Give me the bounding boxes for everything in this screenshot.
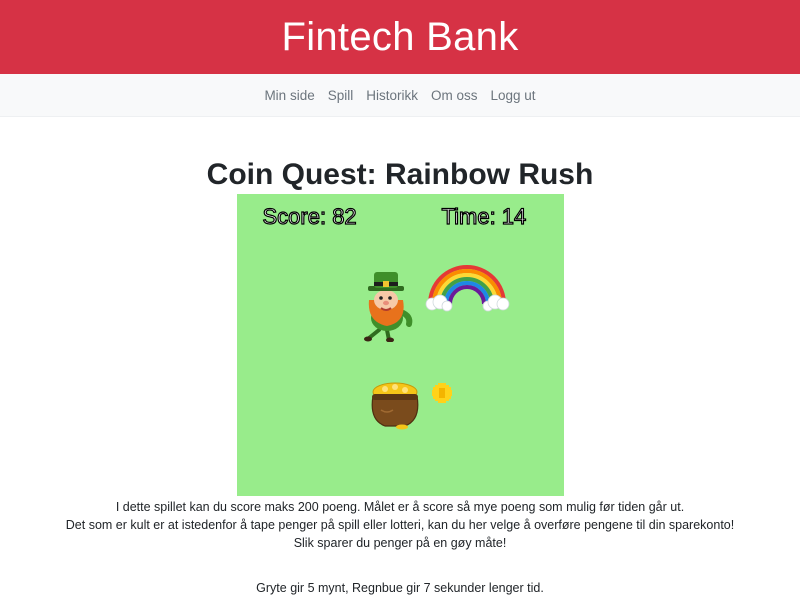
header-bar: Fintech Bank [0, 0, 800, 74]
game-title: Coin Quest: Rainbow Rush [206, 158, 594, 191]
nav-item-min-side[interactable]: Min side [258, 88, 321, 103]
score-display: Score: 82 [262, 203, 357, 229]
description-line-3: Slik sparer du penger på en gøy måte! [293, 536, 507, 550]
time-display: Time: 14 [441, 203, 527, 229]
gold-coin-sprite [431, 383, 452, 403]
description-line-2: Det som er kult er at istedenfor å tape … [65, 518, 735, 532]
nav-item-spill[interactable]: Spill [321, 88, 360, 103]
leprechaun-sprite [363, 272, 412, 342]
main-content: Coin Quest: Rainbow Rush Score: 82 Time:… [0, 157, 800, 597]
nav-item-om-oss[interactable]: Om oss [425, 88, 485, 103]
main-nav: Min side Spill Historikk Om oss Logg ut [0, 74, 800, 117]
description-line-1: I dette spillet kan du score maks 200 po… [115, 500, 685, 514]
pot-of-gold-sprite [371, 382, 418, 430]
game-description: I dette spillet kan du score maks 200 po… [0, 498, 800, 552]
nav-item-historikk[interactable]: Historikk [360, 88, 425, 103]
game-canvas[interactable]: Score: 82 Time: 14 [236, 194, 564, 496]
brand-title[interactable]: Fintech Bank [281, 15, 518, 60]
game-rules: Gryte gir 5 mynt, Regnbue gir 7 sekunder… [256, 581, 544, 595]
nav-item-logg-ut[interactable]: Logg ut [484, 88, 542, 103]
rainbow-sprite [425, 265, 509, 312]
